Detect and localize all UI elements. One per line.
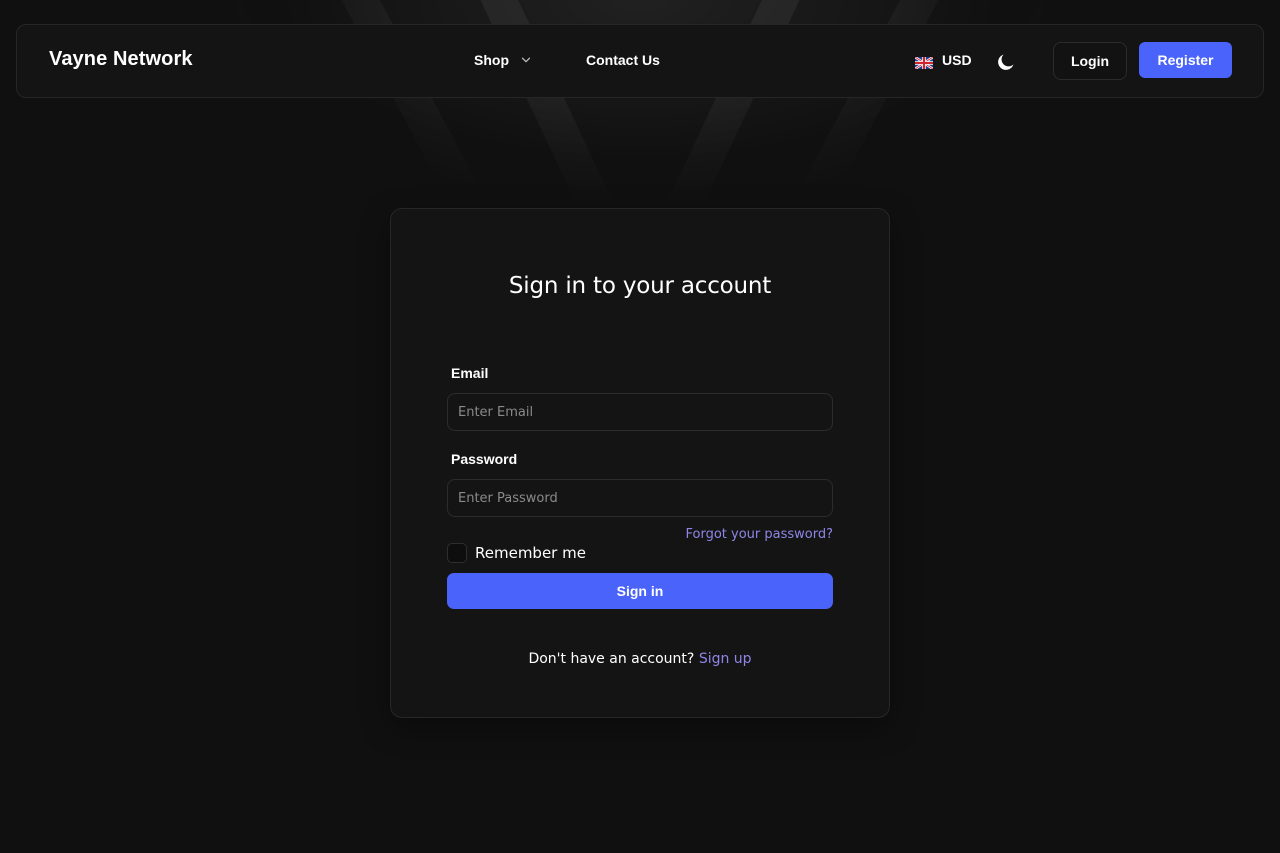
theme-toggle-button[interactable] xyxy=(995,51,1017,73)
forgot-password-link[interactable]: Forgot your password? xyxy=(685,527,833,542)
currency-selector[interactable]: USD xyxy=(914,52,972,70)
password-input[interactable] xyxy=(447,479,833,517)
currency-label: USD xyxy=(942,52,972,68)
register-button[interactable]: Register xyxy=(1139,42,1232,78)
signin-title: Sign in to your account xyxy=(508,273,772,299)
signin-button[interactable]: Sign in xyxy=(447,573,833,609)
no-account-text: Don't have an account? xyxy=(528,651,695,667)
uk-flag-icon xyxy=(914,54,934,70)
email-label: Email xyxy=(451,365,489,381)
remember-me-checkbox[interactable] xyxy=(447,543,467,563)
signup-prompt: Don't have an account? Sign up xyxy=(391,651,889,667)
signin-card: Sign in to your account Email Password F… xyxy=(390,208,890,718)
top-navbar: Vayne Network Shop Contact Us USD Login … xyxy=(16,24,1264,98)
email-input[interactable] xyxy=(447,393,833,431)
nav-shop-label: Shop xyxy=(474,52,509,68)
remember-me-label: Remember me xyxy=(475,544,586,562)
login-button[interactable]: Login xyxy=(1053,42,1127,80)
page: Vayne Network Shop Contact Us USD Login … xyxy=(0,0,1280,853)
chevron-down-icon xyxy=(521,55,531,65)
nav-shop-dropdown[interactable]: Shop xyxy=(474,52,586,68)
moon-icon xyxy=(998,54,1014,70)
remember-me-toggle[interactable]: Remember me xyxy=(447,543,586,563)
signup-link[interactable]: Sign up xyxy=(699,651,752,667)
nav-contact-link[interactable]: Contact Us xyxy=(586,52,660,68)
nav-links: Shop Contact Us xyxy=(474,52,660,68)
password-label: Password xyxy=(451,451,518,467)
brand-logo[interactable]: Vayne Network xyxy=(49,48,193,71)
